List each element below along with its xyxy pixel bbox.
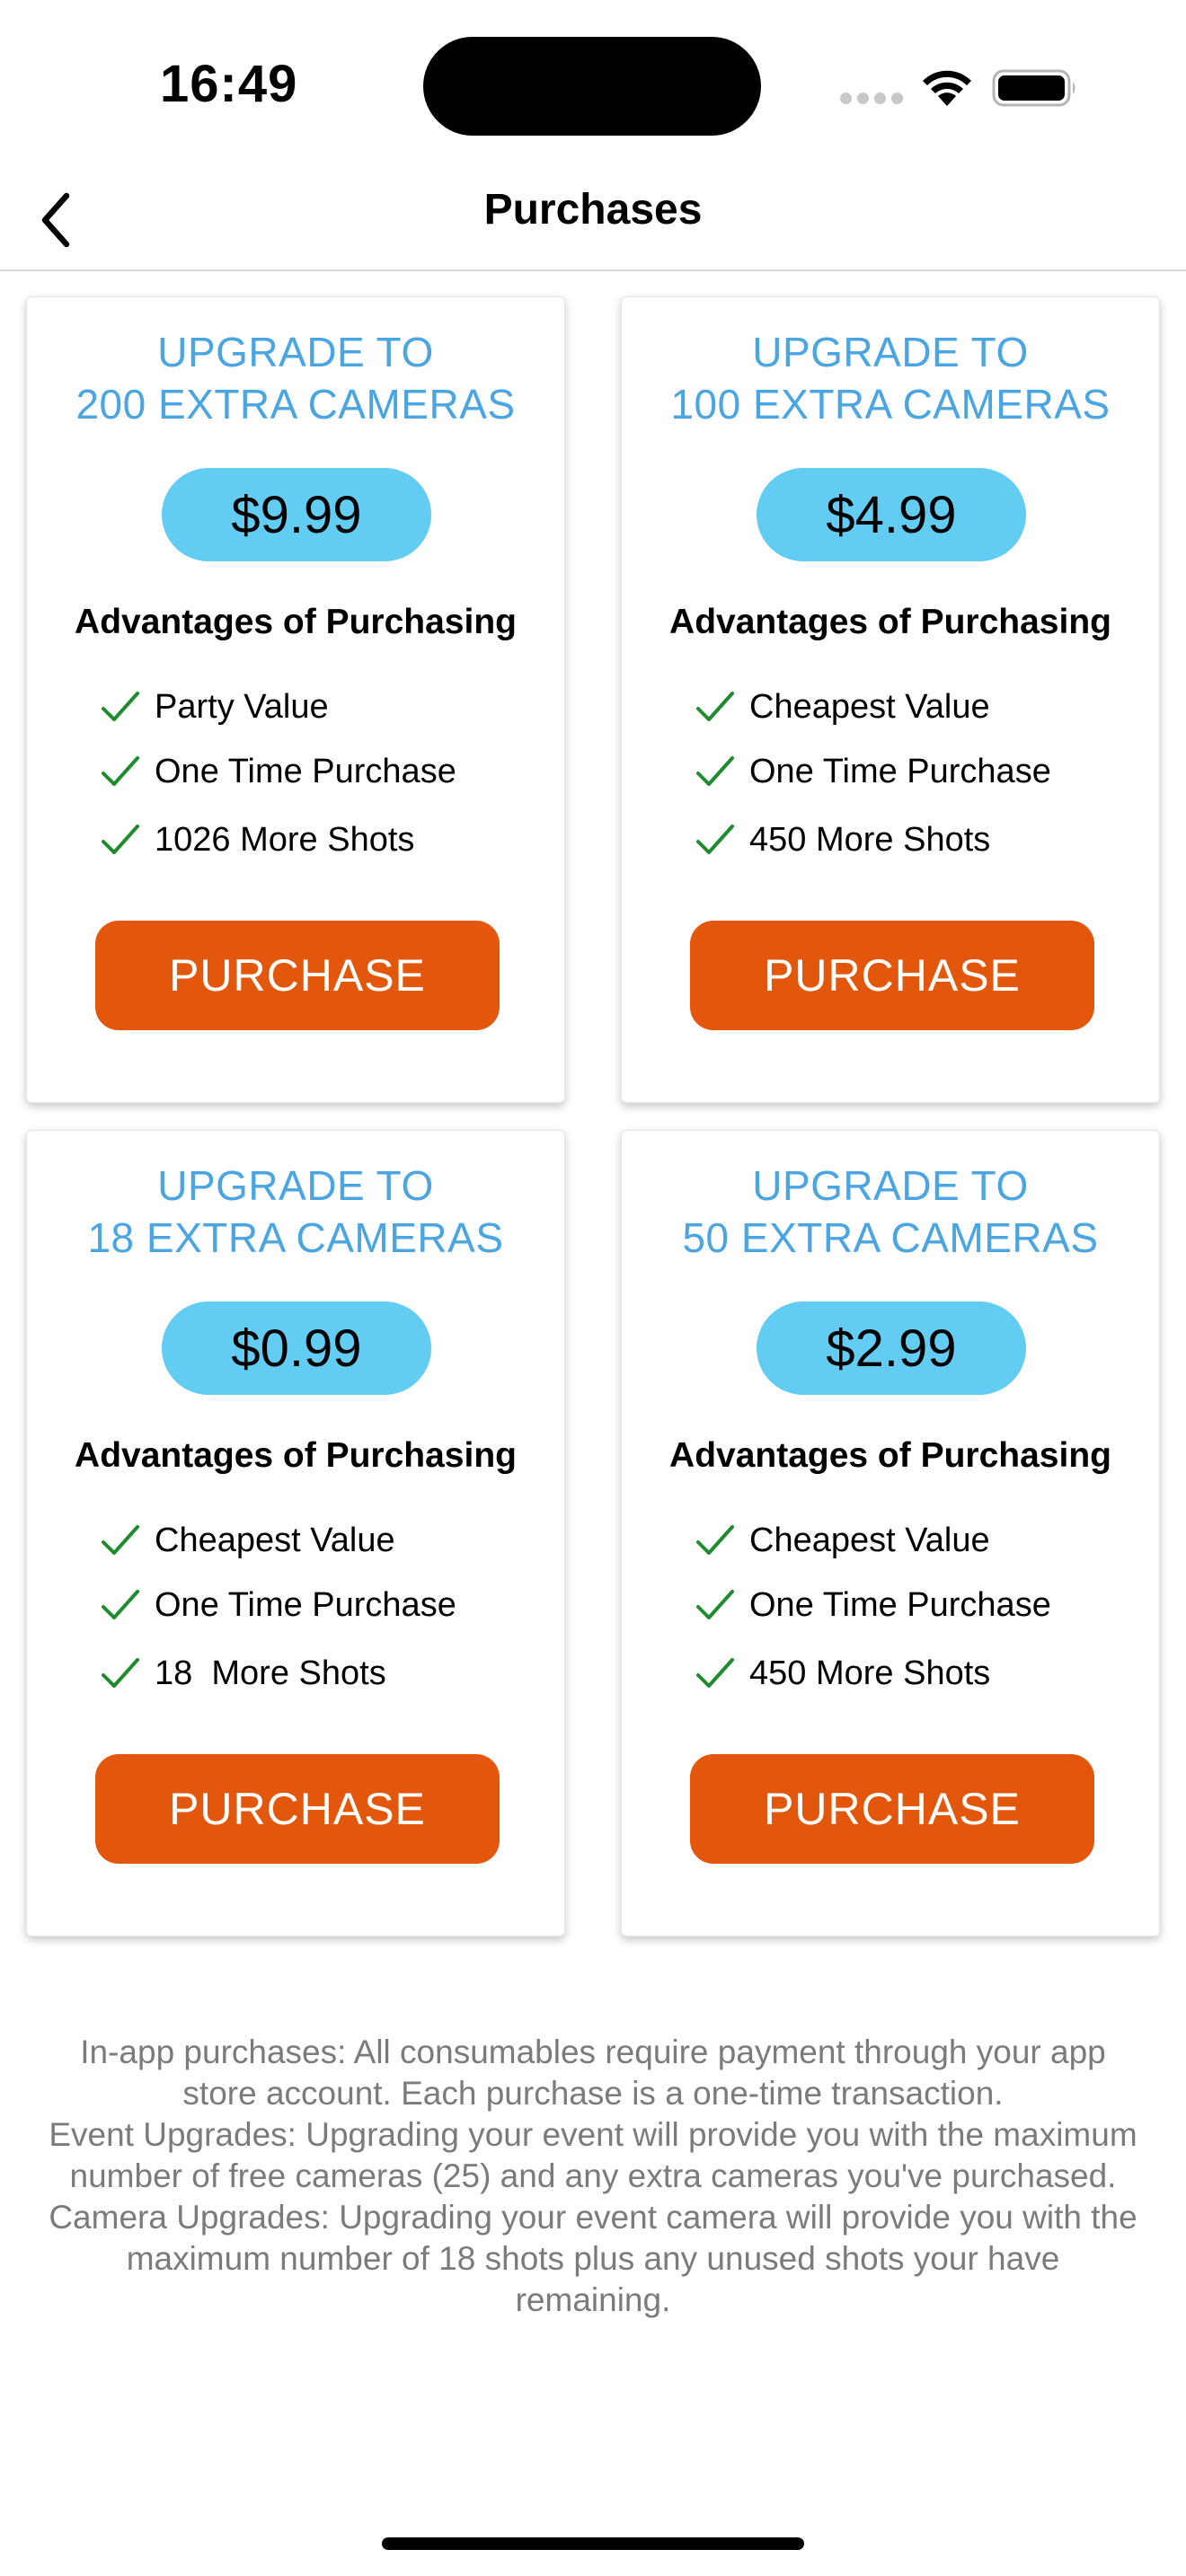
- advantage-label: 18 More Shots: [155, 1654, 386, 1692]
- purchase-button[interactable]: PURCHASE: [95, 1754, 500, 1864]
- checkmark-icon: [696, 1525, 734, 1555]
- checkmark-icon: [102, 756, 139, 786]
- card-title: UPGRADE TO 100 EXTRA CAMERAS: [622, 326, 1159, 430]
- list-item: 450 More Shots: [695, 807, 1145, 872]
- list-item: Cheapest Value: [101, 1508, 550, 1573]
- purchase-options-grid: UPGRADE TO 200 EXTRA CAMERAS $9.99 Advan…: [26, 296, 1160, 1936]
- home-indicator[interactable]: [382, 2537, 804, 2550]
- advantage-label: 450 More Shots: [749, 820, 991, 859]
- dynamic-island: [423, 37, 761, 136]
- card-title: UPGRADE TO 200 EXTRA CAMERAS: [27, 326, 564, 430]
- card-title-line: 100 EXTRA CAMERAS: [670, 381, 1111, 428]
- advantage-label: 450 More Shots: [749, 1654, 991, 1692]
- list-item: 1026 More Shots: [101, 807, 550, 872]
- checkmark-icon: [696, 756, 734, 786]
- checkmark-icon: [696, 1658, 734, 1688]
- price-badge: $4.99: [757, 468, 1026, 561]
- list-item: 450 More Shots: [695, 1641, 1145, 1706]
- disclaimer-event-upgrades: Event Upgrades: Upgrading your event wil…: [49, 2116, 1137, 2194]
- advantages-list: Cheapest Value One Time Purchase 450 Mor…: [695, 675, 1145, 872]
- checkmark-icon: [102, 692, 139, 721]
- advantage-label: Cheapest Value: [155, 1521, 395, 1559]
- advantage-label: 1026 More Shots: [155, 820, 415, 859]
- advantages-heading: Advantages of Purchasing: [669, 603, 1111, 641]
- advantages-list: Cheapest Value One Time Purchase 18 More…: [101, 1508, 550, 1706]
- list-item: Cheapest Value: [695, 1508, 1145, 1573]
- signal-dots-icon: [840, 93, 903, 104]
- price-badge: $0.99: [162, 1301, 431, 1395]
- advantage-label: One Time Purchase: [749, 1585, 1051, 1624]
- disclaimer-in-app: In-app purchases: All consumables requir…: [80, 2033, 1106, 2112]
- purchase-card: UPGRADE TO 100 EXTRA CAMERAS $4.99 Advan…: [621, 296, 1160, 1103]
- card-title-line: 50 EXTRA CAMERAS: [682, 1214, 1099, 1261]
- card-title-line: UPGRADE TO: [157, 329, 434, 375]
- card-title: UPGRADE TO 50 EXTRA CAMERAS: [622, 1160, 1159, 1264]
- checkmark-icon: [102, 1525, 139, 1555]
- checkmark-icon: [696, 1590, 734, 1619]
- list-item: One Time Purchase: [101, 739, 550, 804]
- purchase-disclaimer: In-app purchases: All consumables requir…: [45, 2032, 1141, 2321]
- wifi-icon: [923, 70, 971, 106]
- purchase-card: UPGRADE TO 200 EXTRA CAMERAS $9.99 Advan…: [26, 296, 565, 1103]
- purchase-button[interactable]: PURCHASE: [690, 1754, 1094, 1864]
- status-bar: 16:49: [0, 0, 1186, 171]
- advantages-list: Party Value One Time Purchase 1026 More …: [101, 675, 550, 872]
- list-item: One Time Purchase: [695, 1573, 1145, 1637]
- battery-icon: [992, 69, 1075, 107]
- purchase-card: UPGRADE TO 50 EXTRA CAMERAS $2.99 Advant…: [621, 1130, 1160, 1936]
- checkmark-icon: [696, 825, 734, 854]
- card-title-line: UPGRADE TO: [752, 329, 1029, 375]
- price-badge: $2.99: [757, 1301, 1026, 1395]
- advantage-label: Cheapest Value: [749, 687, 990, 726]
- advantage-label: Cheapest Value: [749, 1521, 990, 1559]
- purchase-button[interactable]: PURCHASE: [95, 921, 500, 1030]
- navigation-bar: Purchases: [0, 171, 1186, 271]
- page-title: Purchases: [483, 186, 703, 234]
- advantages-heading: Advantages of Purchasing: [75, 1436, 517, 1475]
- purchase-card: UPGRADE TO 18 EXTRA CAMERAS $0.99 Advant…: [26, 1130, 565, 1936]
- price-badge: $9.99: [162, 468, 431, 561]
- card-title-line: 200 EXTRA CAMERAS: [75, 381, 516, 428]
- list-item: One Time Purchase: [695, 739, 1145, 804]
- list-item: Cheapest Value: [695, 675, 1145, 739]
- card-title-line: UPGRADE TO: [752, 1162, 1029, 1209]
- disclaimer-camera-upgrades: Camera Upgrades: Upgrading your event ca…: [49, 2199, 1137, 2318]
- advantage-label: One Time Purchase: [749, 752, 1051, 790]
- checkmark-icon: [102, 825, 139, 854]
- list-item: 18 More Shots: [101, 1641, 550, 1706]
- checkmark-icon: [102, 1590, 139, 1619]
- list-item: Party Value: [101, 675, 550, 739]
- list-item: One Time Purchase: [101, 1573, 550, 1637]
- card-title: UPGRADE TO 18 EXTRA CAMERAS: [27, 1160, 564, 1264]
- advantage-label: One Time Purchase: [155, 1585, 456, 1624]
- status-time: 16:49: [160, 55, 298, 113]
- card-title-line: 18 EXTRA CAMERAS: [87, 1214, 504, 1261]
- advantages-heading: Advantages of Purchasing: [75, 603, 517, 641]
- advantages-list: Cheapest Value One Time Purchase 450 Mor…: [695, 1508, 1145, 1706]
- advantage-label: Party Value: [155, 687, 329, 726]
- purchase-button[interactable]: PURCHASE: [690, 921, 1094, 1030]
- card-title-line: UPGRADE TO: [157, 1162, 434, 1209]
- advantage-label: One Time Purchase: [155, 752, 456, 790]
- checkmark-icon: [696, 692, 734, 721]
- checkmark-icon: [102, 1658, 139, 1688]
- advantages-heading: Advantages of Purchasing: [669, 1436, 1111, 1475]
